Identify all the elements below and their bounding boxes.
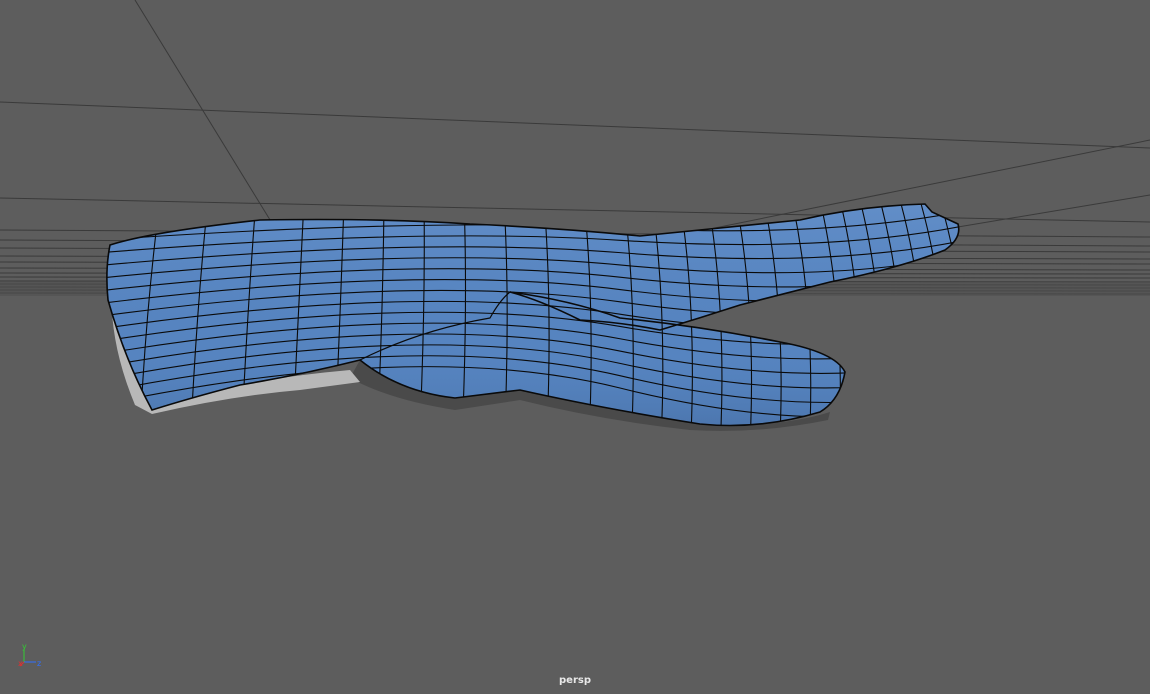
mesh-shading: [106, 204, 959, 426]
edge-ring: [106, 204, 113, 426]
viewport-scene[interactable]: [0, 0, 1150, 694]
hand-wireframe: [106, 204, 959, 426]
axis-gizmo: y x z: [18, 642, 41, 668]
axis-z-label: z: [37, 659, 41, 668]
axis-y-label: y: [22, 642, 27, 651]
grid-line: [0, 101, 1150, 149]
hand-mesh[interactable]: [89, 200, 970, 440]
grid-line: [0, 197, 1150, 223]
perspective-viewport[interactable]: y x z persp: [0, 0, 1150, 694]
axis-x-label: x: [18, 659, 23, 668]
camera-name-label: persp: [559, 675, 591, 686]
